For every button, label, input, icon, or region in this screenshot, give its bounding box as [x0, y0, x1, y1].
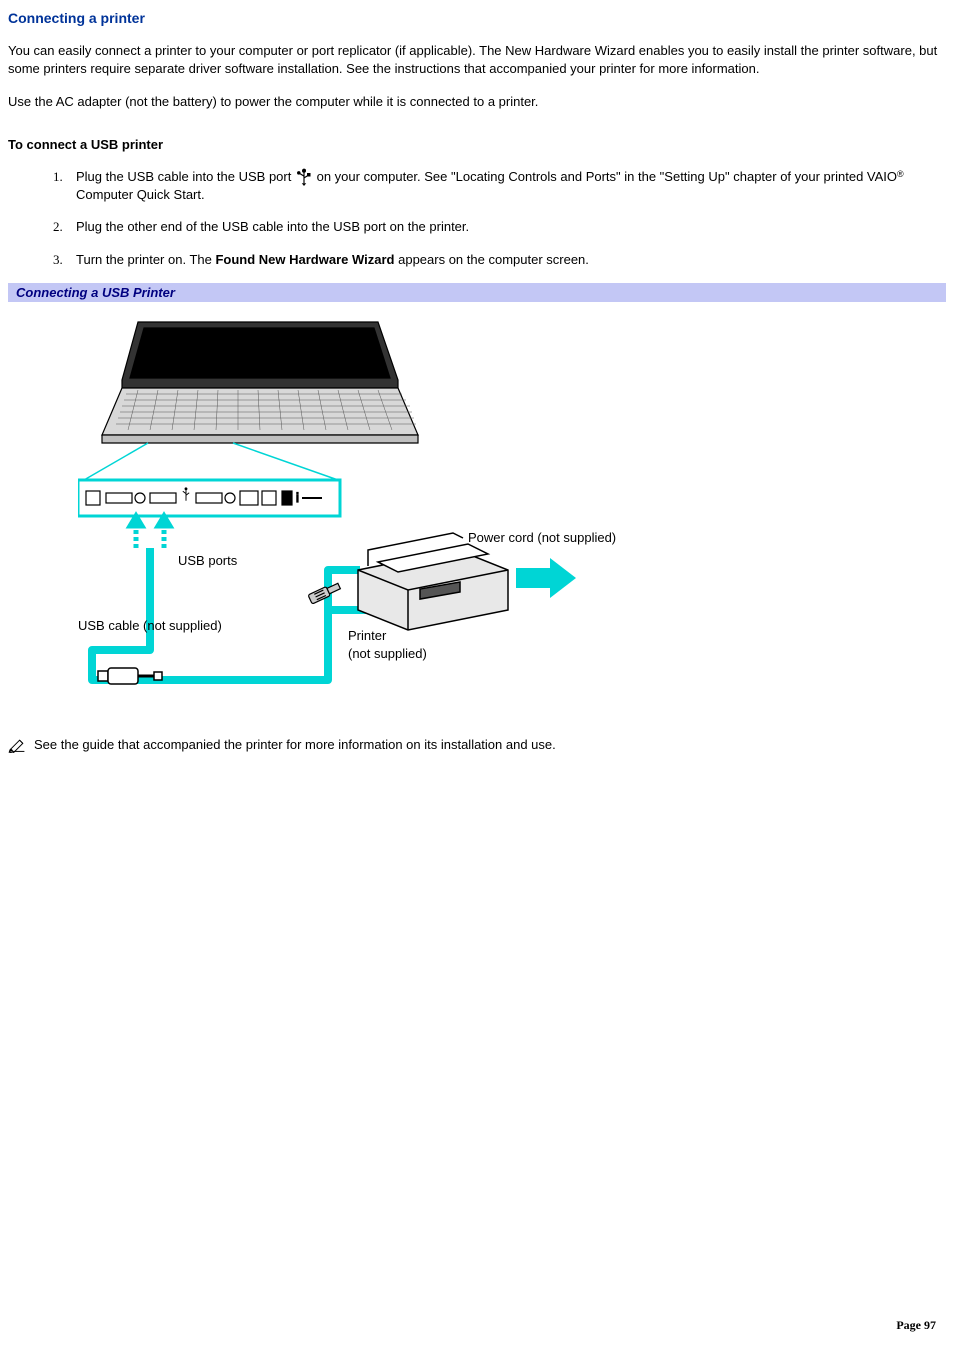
svg-text:i: i [296, 490, 299, 505]
step-3-text-a: Turn the printer on. The [76, 252, 215, 267]
label-printer-line2: (not supplied) [348, 646, 427, 661]
step-2: Plug the other end of the USB cable into… [66, 218, 946, 236]
intro-paragraph-1: You can easily connect a printer to your… [8, 42, 946, 77]
usb-symbol-icon [295, 168, 313, 186]
step-1-text-a: Plug the USB cable into the USB port [76, 169, 295, 184]
sub-heading: To connect a USB printer [8, 137, 946, 152]
page-heading: Connecting a printer [8, 10, 946, 26]
step-3: Turn the printer on. The Found New Hardw… [66, 251, 946, 269]
label-power-cord: Power cord (not supplied) [468, 530, 616, 545]
step-1: Plug the USB cable into the USB port on … [66, 168, 946, 205]
note-text: See the guide that accompanied the print… [34, 737, 556, 752]
figure-title: Connecting a USB Printer [8, 283, 946, 302]
connection-diagram: i [78, 310, 638, 700]
label-printer-line1: Printer [348, 628, 387, 643]
label-usb-ports: USB ports [178, 553, 238, 568]
steps-list: Plug the USB cable into the USB port on … [8, 168, 946, 269]
intro-paragraph-2: Use the AC adapter (not the battery) to … [8, 93, 946, 111]
figure-area: i [8, 302, 946, 723]
label-usb-cable: USB cable (not supplied) [78, 618, 222, 633]
step-3-text-b: appears on the computer screen. [395, 252, 589, 267]
step-2-text: Plug the other end of the USB cable into… [76, 219, 469, 234]
step-1-text-b: on your computer. See "Locating Controls… [317, 169, 897, 184]
step-1-text-c: Computer Quick Start. [76, 187, 205, 202]
note-row: See the guide that accompanied the print… [8, 737, 946, 753]
page-number: Page 97 [896, 1318, 936, 1333]
note-pencil-icon [8, 737, 28, 753]
registered-mark: ® [897, 169, 904, 179]
step-3-bold: Found New Hardware Wizard [215, 252, 394, 267]
